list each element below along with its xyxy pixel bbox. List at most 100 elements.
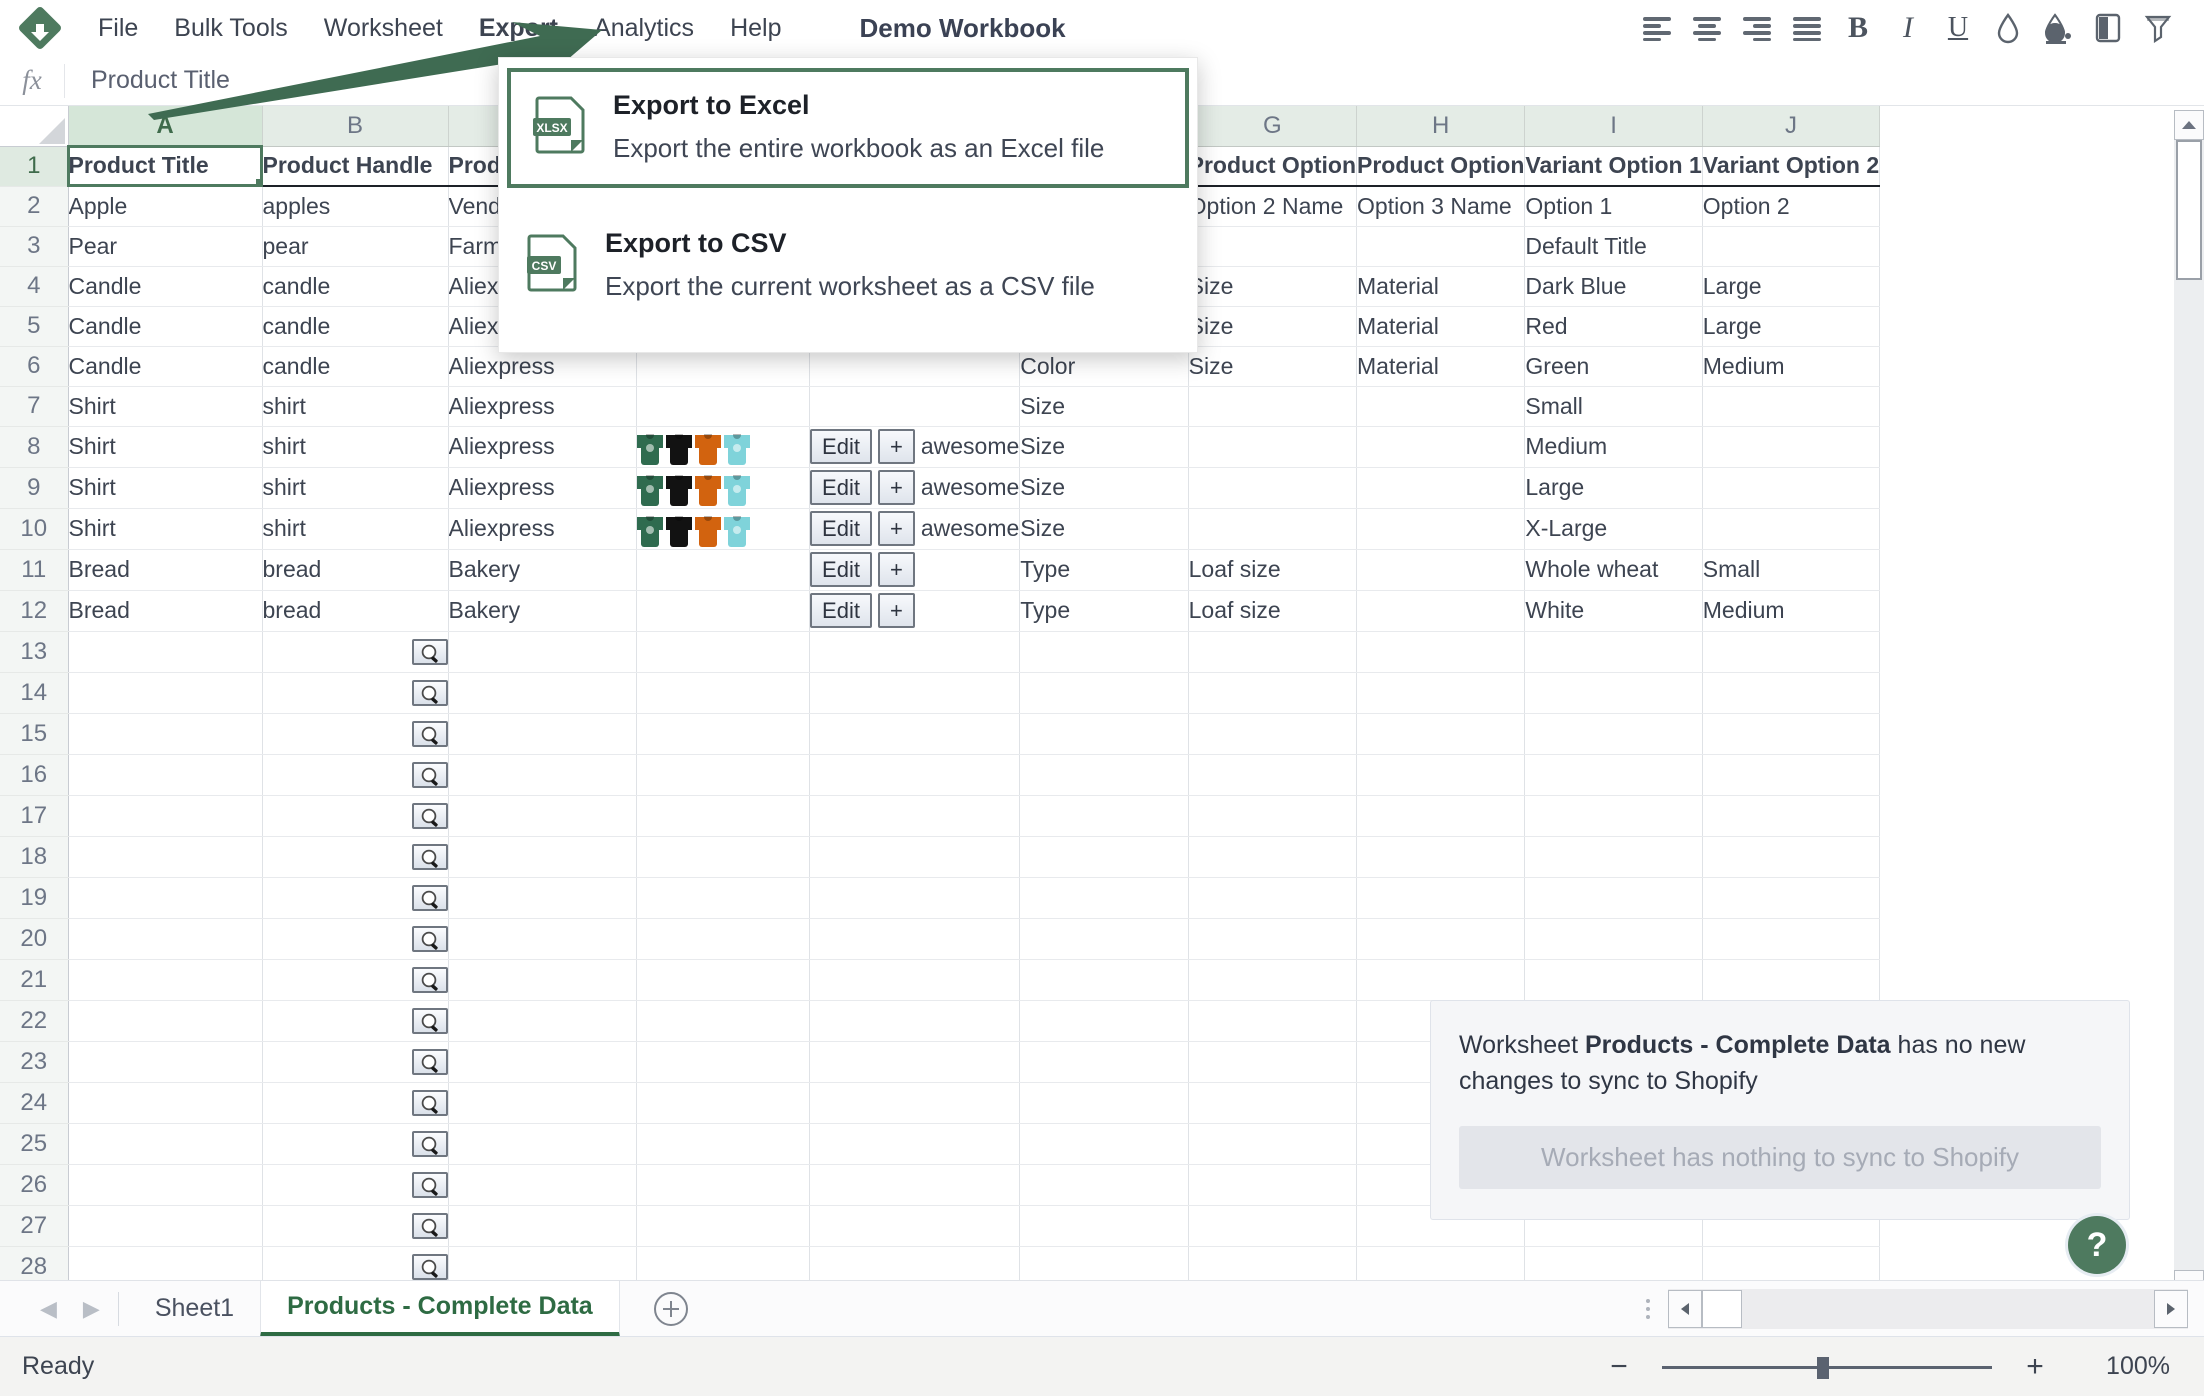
cell-C22[interactable] — [448, 1000, 637, 1042]
column-header-b[interactable]: B — [262, 106, 449, 147]
cell-D17[interactable] — [636, 795, 811, 837]
row-header-22[interactable]: 22 — [0, 1000, 69, 1042]
cell-G20[interactable] — [1188, 918, 1358, 960]
cell-G25[interactable] — [1188, 1123, 1358, 1165]
cell-D8[interactable] — [636, 426, 811, 468]
cell-C19[interactable] — [448, 877, 637, 919]
cell-H4[interactable]: Material — [1356, 266, 1526, 307]
cell-H2[interactable]: Option 3 Name — [1356, 186, 1526, 227]
export-dropdown-menu[interactable]: XLSX Export to Excel Export the entire w… — [498, 57, 1198, 354]
cell-J20[interactable] — [1702, 918, 1881, 960]
cell-I7[interactable]: Small — [1524, 386, 1703, 427]
row-header-17[interactable]: 17 — [0, 795, 69, 837]
search-icon-button[interactable] — [411, 1130, 447, 1157]
cell-D19[interactable] — [636, 877, 811, 919]
search-icon-button[interactable] — [411, 1253, 447, 1280]
select-all-corner[interactable] — [0, 106, 69, 147]
row-header-8[interactable]: 8 — [0, 426, 69, 468]
cell-A18[interactable] — [68, 836, 263, 878]
cell-C18[interactable] — [448, 836, 637, 878]
cell-E8[interactable]: Edit + awesome — [809, 426, 1021, 468]
cell-J8[interactable] — [1702, 426, 1881, 468]
cell-J10[interactable] — [1702, 508, 1881, 550]
cell-F20[interactable] — [1019, 918, 1189, 960]
search-icon-button[interactable] — [411, 761, 447, 788]
cell-F16[interactable] — [1019, 754, 1189, 796]
cell-A13[interactable] — [68, 631, 263, 673]
cell-I17[interactable] — [1524, 795, 1703, 837]
sheet-next-icon[interactable]: ▶ — [83, 1296, 100, 1322]
cell-G1[interactable]: Product Option — [1188, 146, 1358, 187]
row-header-11[interactable]: 11 — [0, 549, 69, 591]
cell-J7[interactable] — [1702, 386, 1881, 427]
cell-E17[interactable] — [809, 795, 1021, 837]
fill-color-icon[interactable] — [2038, 8, 2078, 48]
row-header-3[interactable]: 3 — [0, 226, 69, 267]
cell-A9[interactable]: Shirt — [68, 467, 263, 509]
cell-D7[interactable] — [636, 386, 811, 427]
search-icon-button[interactable] — [411, 1089, 447, 1116]
cell-G3[interactable] — [1188, 226, 1358, 267]
cell-B2[interactable]: apples — [262, 186, 449, 227]
row-header-24[interactable]: 24 — [0, 1082, 69, 1124]
row-header-6[interactable]: 6 — [0, 346, 69, 387]
add-variant-button[interactable]: + — [877, 469, 915, 506]
cell-I18[interactable] — [1524, 836, 1703, 878]
cell-A4[interactable]: Candle — [68, 266, 263, 307]
cell-E7[interactable] — [809, 386, 1021, 427]
cell-H8[interactable] — [1356, 426, 1526, 468]
cell-F26[interactable] — [1019, 1164, 1189, 1206]
cell-D13[interactable] — [636, 631, 811, 673]
cell-G15[interactable] — [1188, 713, 1358, 755]
cell-B15[interactable] — [262, 713, 449, 755]
cell-F9[interactable]: Size — [1019, 467, 1189, 509]
cell-H18[interactable] — [1356, 836, 1526, 878]
add-variant-button[interactable]: + — [877, 510, 915, 547]
cell-I15[interactable] — [1524, 713, 1703, 755]
cell-H21[interactable] — [1356, 959, 1526, 1001]
cell-G18[interactable] — [1188, 836, 1358, 878]
add-variant-button[interactable]: + — [877, 428, 915, 465]
row-header-2[interactable]: 2 — [0, 186, 69, 227]
cell-B16[interactable] — [262, 754, 449, 796]
cell-E24[interactable] — [809, 1082, 1021, 1124]
cell-G24[interactable] — [1188, 1082, 1358, 1124]
cell-J18[interactable] — [1702, 836, 1881, 878]
align-justify-icon[interactable] — [1788, 8, 1828, 48]
italic-icon[interactable]: I — [1888, 8, 1928, 48]
zoom-out-button[interactable]: − — [1604, 1350, 1634, 1384]
cell-J6[interactable]: Medium — [1702, 346, 1881, 387]
cell-J14[interactable] — [1702, 672, 1881, 714]
cell-B5[interactable]: candle — [262, 306, 449, 347]
cell-C9[interactable]: Aliexpress — [448, 467, 637, 509]
align-right-icon[interactable] — [1738, 8, 1778, 48]
cell-H1[interactable]: Product Option — [1356, 146, 1526, 187]
cell-A8[interactable]: Shirt — [68, 426, 263, 468]
cell-E27[interactable] — [809, 1205, 1021, 1247]
cell-B3[interactable]: pear — [262, 226, 449, 267]
cell-B7[interactable]: shirt — [262, 386, 449, 427]
cell-E15[interactable] — [809, 713, 1021, 755]
cell-A22[interactable] — [68, 1000, 263, 1042]
cell-J19[interactable] — [1702, 877, 1881, 919]
edit-button[interactable]: Edit — [810, 469, 872, 506]
cell-A12[interactable]: Bread — [68, 590, 263, 632]
underline-icon[interactable]: U — [1938, 8, 1978, 48]
cell-H7[interactable] — [1356, 386, 1526, 427]
cell-F18[interactable] — [1019, 836, 1189, 878]
cell-I20[interactable] — [1524, 918, 1703, 960]
cell-E21[interactable] — [809, 959, 1021, 1001]
cell-G23[interactable] — [1188, 1041, 1358, 1083]
cell-D18[interactable] — [636, 836, 811, 878]
fill-handle[interactable] — [255, 179, 261, 184]
cell-C10[interactable]: Aliexpress — [448, 508, 637, 550]
cell-G11[interactable]: Loaf size — [1188, 549, 1358, 591]
row-header-18[interactable]: 18 — [0, 836, 69, 878]
search-icon-button[interactable] — [411, 802, 447, 829]
cell-I4[interactable]: Dark Blue — [1524, 266, 1703, 307]
cell-A17[interactable] — [68, 795, 263, 837]
cell-C25[interactable] — [448, 1123, 637, 1165]
row-header-26[interactable]: 26 — [0, 1164, 69, 1206]
cell-D21[interactable] — [636, 959, 811, 1001]
cell-F25[interactable] — [1019, 1123, 1189, 1165]
